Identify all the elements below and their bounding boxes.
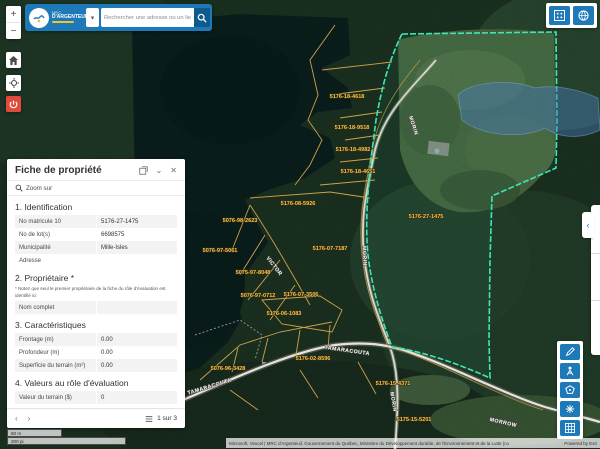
parcel-label: 5176-08-5926 xyxy=(281,201,316,207)
layers-button[interactable] xyxy=(573,6,594,25)
pencil-icon xyxy=(565,347,575,357)
close-icon: ✕ xyxy=(170,166,177,175)
basemap-gallery-button[interactable] xyxy=(549,6,570,25)
search-input[interactable] xyxy=(101,8,194,27)
parcel-label-selected: 5176-27-1475 xyxy=(409,214,444,220)
table-row: Adresse xyxy=(15,254,177,267)
section-heading: 2. Propriétaire * xyxy=(15,273,177,283)
map-widgets-bottom xyxy=(557,341,583,439)
asterisk-icon xyxy=(565,404,575,414)
parcel-label: 5176-07-3506 xyxy=(284,292,319,298)
table-row: Valeur du terrain ($)0 xyxy=(15,391,177,404)
search-button[interactable] xyxy=(194,8,210,27)
panel-body: 1. Identification No matricule 105176-27… xyxy=(7,196,185,408)
table-row: MunicipalitéMille-Isles xyxy=(15,241,177,254)
property-sheet-panel: Fiche de propriété ⌄ ✕ Zoom sur 1. Ident… xyxy=(7,159,185,428)
previous-feature-button[interactable]: ‹ xyxy=(15,414,18,423)
basemap-grid-icon xyxy=(554,10,565,21)
parcel-label: 5075-97-8048 xyxy=(236,270,271,276)
feature-list-icon[interactable] xyxy=(145,415,153,423)
selection-button[interactable] xyxy=(560,382,580,398)
parcel-label: 5176-07-7187 xyxy=(313,246,348,252)
dock-icon xyxy=(139,166,148,175)
road-label: MORIN xyxy=(360,246,367,266)
section-heading: 3. Caractéristiques xyxy=(15,320,177,330)
parcel-label: 5076-96-3428 xyxy=(211,366,246,372)
side-panel-toggle[interactable]: ‹ xyxy=(582,212,594,238)
locate-button[interactable] xyxy=(6,75,21,91)
attribution-sources: Microsoft, Vexcel | MRC d'Argenteuil, Go… xyxy=(229,441,558,446)
locate-icon xyxy=(9,78,19,88)
powered-by-esri: Powered by Esri xyxy=(564,441,597,446)
person-icon xyxy=(565,366,575,376)
zoom-to-button[interactable]: Zoom sur xyxy=(7,180,185,196)
pagination-label: 1 sur 3 xyxy=(157,415,177,422)
home-icon xyxy=(9,56,18,65)
logo-line2: D'ARGENTEUIL xyxy=(52,15,84,20)
coordinates-button[interactable] xyxy=(560,401,580,417)
mrc-argenteuil-logo xyxy=(29,8,49,28)
chevron-left-icon: ‹ xyxy=(587,220,590,230)
chevron-down-icon: ⌄ xyxy=(156,166,163,175)
zoom-to-label: Zoom sur xyxy=(26,185,52,192)
table-row: Nom complet xyxy=(15,301,177,314)
map-widgets-top xyxy=(546,3,597,28)
app-window: 5176-18-4618 5176-18-9518 5176-18-4982 5… xyxy=(0,0,600,449)
chevron-down-icon: ▾ xyxy=(91,14,95,22)
draw-button[interactable] xyxy=(560,344,580,360)
table-row: Superficie du terrain (m²)0.00 xyxy=(15,359,177,372)
table-row: No de lot(s)6698575 xyxy=(15,228,177,241)
streetview-button[interactable] xyxy=(560,363,580,379)
parcel-label: 5176-06-1083 xyxy=(267,311,302,317)
parcel-label: 5175-15-5201 xyxy=(397,417,432,423)
home-button[interactable] xyxy=(6,52,21,68)
parcel-label: 5176-18-4982 xyxy=(336,147,371,153)
parcel-label: 5176-18-4618 xyxy=(330,94,365,100)
parcel-label: 5076-97-0712 xyxy=(241,293,276,299)
globe-icon xyxy=(578,10,589,21)
scalebar-imperial: 200 pi xyxy=(7,437,126,445)
table-button[interactable] xyxy=(560,420,580,436)
logo-tagline xyxy=(52,21,74,23)
app-header: MRC D'ARGENTEUIL ▾ xyxy=(25,4,212,31)
magnifier-icon xyxy=(15,184,23,192)
parcel-label: 5176-18-9518 xyxy=(335,125,370,131)
owner-note: * Notez que seul le premier propriétaire… xyxy=(15,286,177,299)
zoom-in-button[interactable]: + xyxy=(6,6,21,23)
section-heading: 4. Valeurs au rôle d'évaluation xyxy=(15,378,177,388)
next-feature-button[interactable]: › xyxy=(28,414,31,423)
parcel-label: 5076-98-2623 xyxy=(223,218,258,224)
power-icon xyxy=(9,100,18,109)
search-icon xyxy=(197,13,207,23)
section-heading: 1. Identification xyxy=(15,202,177,212)
map-attribution: Microsoft, Vexcel | MRC d'Argenteuil, Go… xyxy=(226,438,600,448)
search-source-dropdown[interactable]: ▾ xyxy=(86,8,99,27)
zoom-control: + − xyxy=(6,6,21,39)
zoom-out-button[interactable]: − xyxy=(6,23,21,39)
table-row: Frontage (m)0.00 xyxy=(15,333,177,346)
shapes-icon xyxy=(565,385,575,395)
table-row: No matricule 105176-27-1475 xyxy=(15,215,177,228)
dock-button[interactable] xyxy=(139,166,148,175)
close-panel-button[interactable]: ✕ xyxy=(170,166,177,175)
panel-footer: ‹ › 1 sur 3 xyxy=(7,408,185,428)
grid-icon xyxy=(565,423,575,433)
panel-title: Fiche de propriété xyxy=(15,165,131,176)
logo-text: MRC D'ARGENTEUIL xyxy=(52,12,84,24)
collapse-panel-button[interactable]: ⌄ xyxy=(156,166,163,175)
parcel-label: 5176-18-4651 xyxy=(341,169,376,175)
exit-button[interactable] xyxy=(6,96,21,112)
parcel-label: 5076-97-5061 xyxy=(203,248,238,254)
parcel-label: 5176-02-8596 xyxy=(296,356,331,362)
scalebar-metric: 50 m xyxy=(7,429,62,437)
parcel-label: 5176-15-4371 xyxy=(376,381,411,387)
table-row: Profondeur (m)0.00 xyxy=(15,346,177,359)
panel-header: Fiche de propriété ⌄ ✕ xyxy=(7,159,185,180)
